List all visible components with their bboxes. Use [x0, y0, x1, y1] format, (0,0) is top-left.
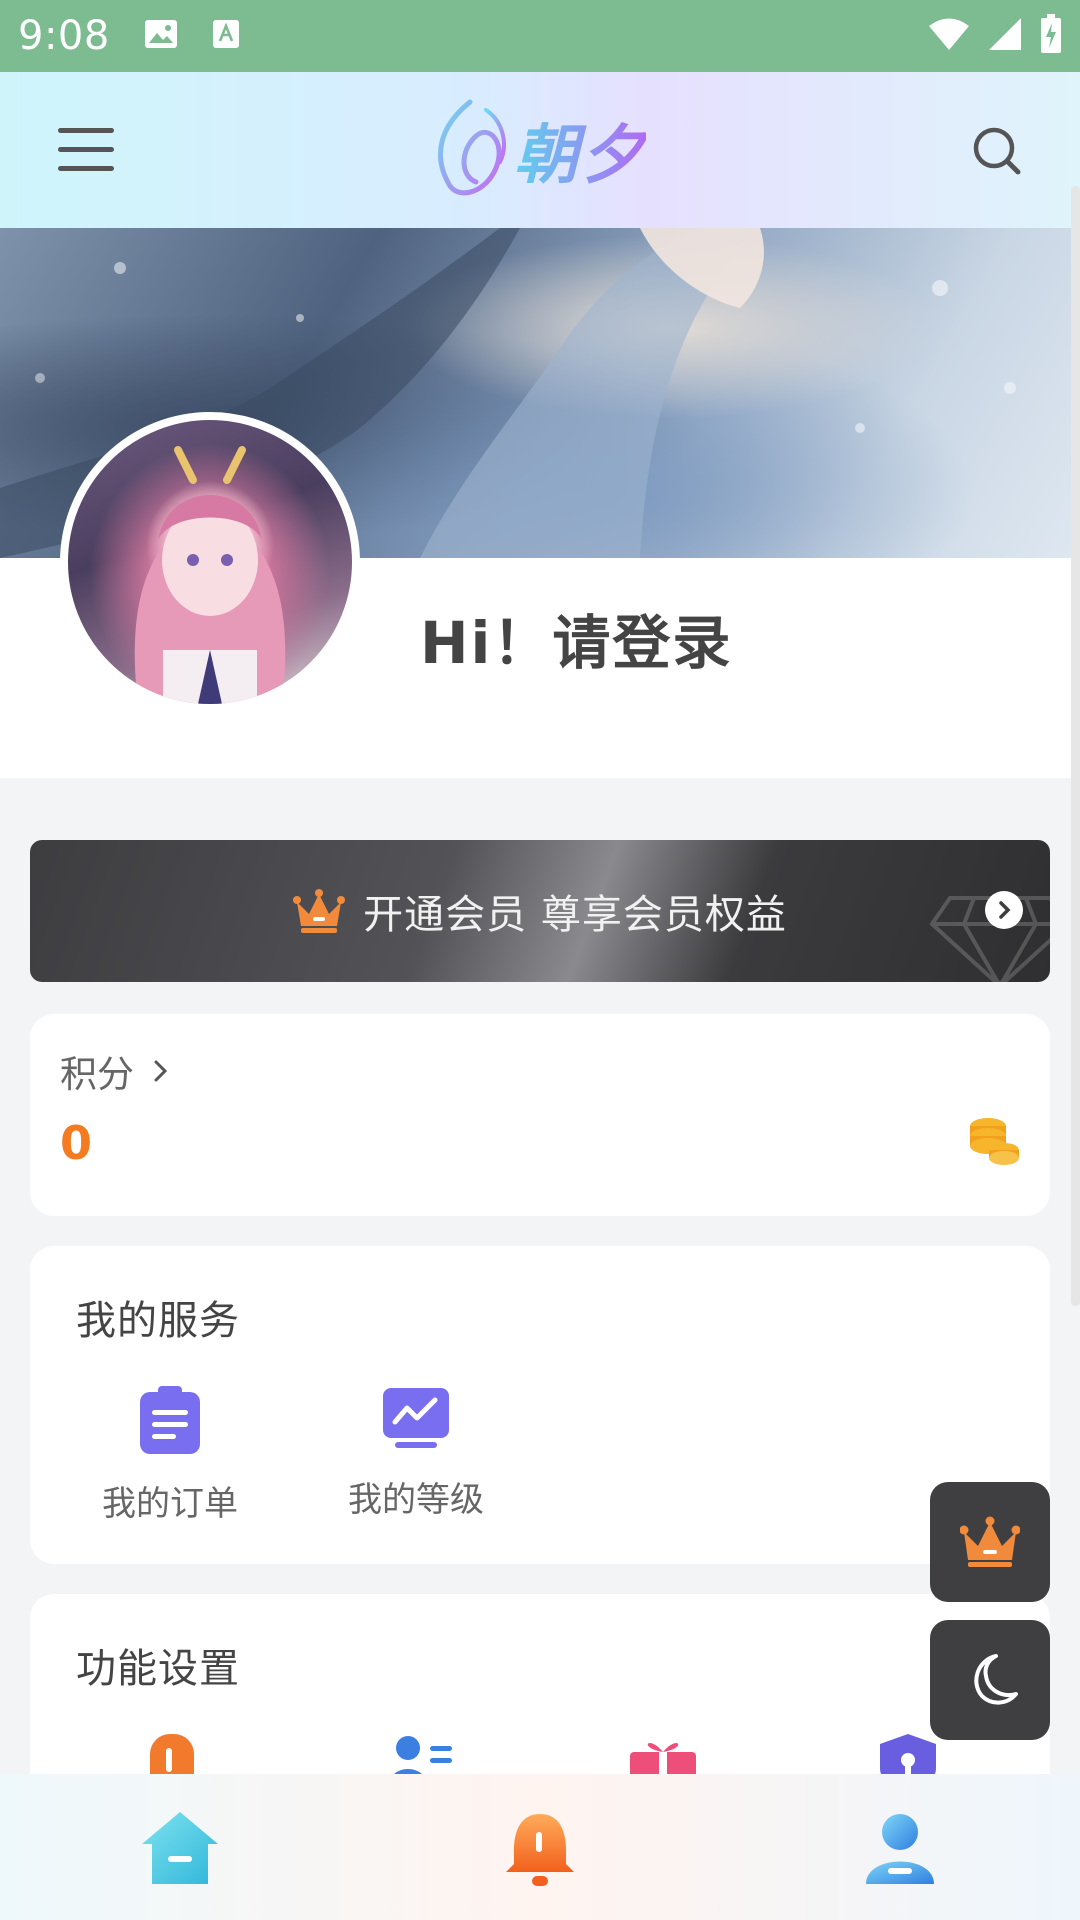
orange-settings-icon: [150, 1734, 194, 1774]
wifi-icon: [928, 17, 970, 55]
bell-icon: [506, 1814, 574, 1886]
points-card: 积分 0: [30, 1014, 1050, 1216]
my-level-button[interactable]: 我的等级: [316, 1386, 516, 1521]
chevron-right-icon: [154, 1060, 168, 1082]
coins-icon: [970, 1118, 1019, 1165]
app-logo: 朝夕: [430, 96, 660, 204]
crown-icon: [960, 1516, 1020, 1567]
crown-icon: [293, 889, 346, 933]
logo-text: 朝夕: [514, 104, 646, 196]
bottom-nav: [0, 1774, 1080, 1920]
moon-icon: [974, 1654, 1018, 1705]
services-title: 我的服务: [76, 1298, 240, 1344]
app-header: 朝夕: [0, 72, 1080, 228]
home-icon: [142, 1812, 218, 1884]
menu-button[interactable]: [58, 128, 114, 172]
avatar[interactable]: [60, 412, 360, 712]
vip-text: 开通会员 尊享会员权益: [363, 892, 787, 938]
nav-profile[interactable]: [860, 1810, 940, 1890]
status-bar: 9:08: [0, 0, 1080, 72]
vip-float-button[interactable]: [930, 1482, 1050, 1602]
search-icon: [973, 127, 1021, 175]
setting-item-3[interactable]: [628, 1734, 708, 1774]
dark-mode-toggle[interactable]: [930, 1620, 1050, 1740]
vip-membership-banner[interactable]: 开通会员 尊享会员权益: [30, 840, 1050, 982]
nav-home[interactable]: [140, 1810, 220, 1890]
level-chart-icon: [383, 1388, 449, 1448]
services-card: 我的服务 我的订单 我的等级: [30, 1246, 1050, 1564]
chevron-right-circle-icon: [985, 891, 1023, 929]
my-level-label: 我的等级: [348, 1480, 484, 1520]
nav-notifications[interactable]: [500, 1810, 580, 1890]
setting-item-2[interactable]: [390, 1734, 470, 1774]
points-label: 积分: [60, 1053, 134, 1096]
scrollbar[interactable]: [1071, 186, 1080, 1306]
setting-item-4[interactable]: [876, 1734, 956, 1774]
shield-lock-icon: [880, 1734, 936, 1774]
signal-icon: [988, 17, 1022, 55]
clipboard-icon: [140, 1386, 200, 1454]
points-value: 0: [60, 1116, 93, 1170]
my-orders-label: 我的订单: [102, 1484, 238, 1524]
user-icon: [866, 1814, 934, 1884]
text-notification-icon: [212, 19, 240, 53]
gift-icon: [630, 1743, 696, 1774]
search-button[interactable]: [970, 124, 1026, 180]
status-time: 9:08: [18, 13, 110, 59]
image-notification-icon: [144, 19, 178, 53]
settings-title: 功能设置: [76, 1646, 240, 1692]
setting-item-1[interactable]: [146, 1734, 226, 1774]
battery-icon: [1040, 14, 1062, 58]
login-greeting[interactable]: Hi！请登录: [420, 596, 732, 680]
logo-mark-icon: [437, 99, 506, 196]
user-list-icon: [394, 1736, 452, 1774]
points-link[interactable]: 积分: [60, 1044, 176, 1098]
my-orders-button[interactable]: 我的订单: [70, 1386, 270, 1525]
